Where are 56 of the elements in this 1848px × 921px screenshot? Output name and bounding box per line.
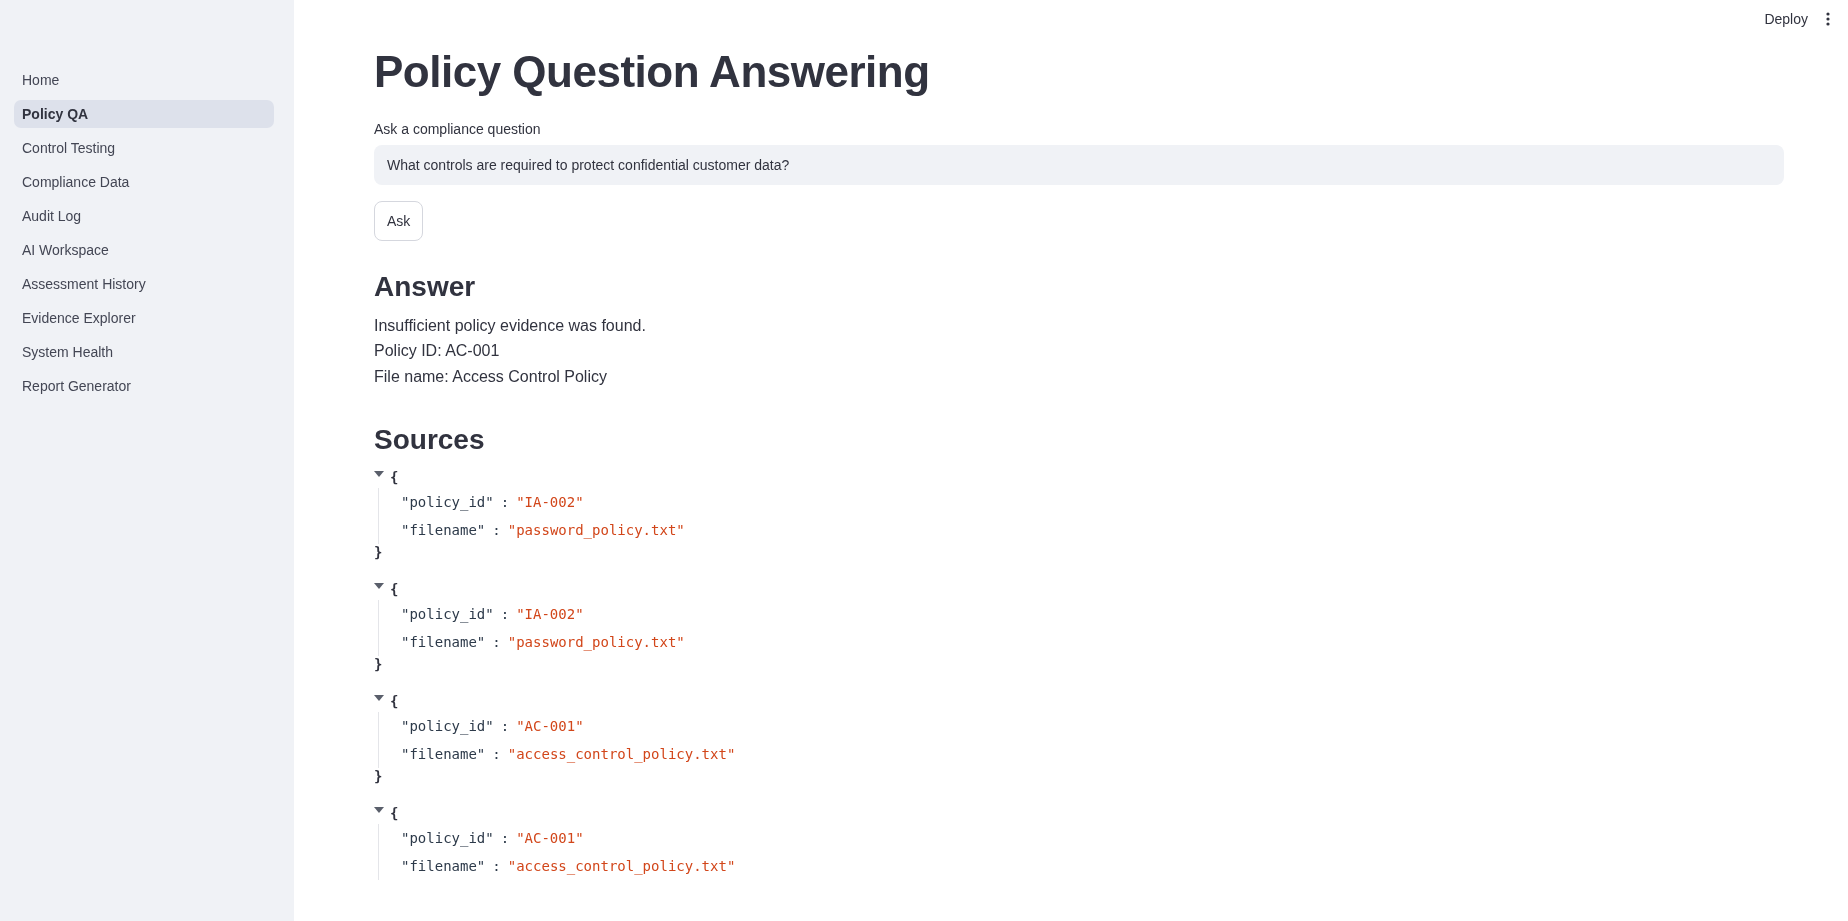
json-value: "AC-001": [516, 717, 584, 734]
deploy-button[interactable]: Deploy: [1760, 9, 1812, 29]
json-key: "filename": [401, 857, 486, 874]
json-brace: {: [390, 580, 399, 597]
sidebar-item[interactable]: Audit Log: [14, 202, 274, 230]
collapse-caret-icon[interactable]: [374, 582, 384, 589]
answer-text: Insufficient policy evidence was found.: [374, 315, 647, 336]
json-key: "filename": [401, 521, 486, 538]
json-colon: :: [492, 521, 501, 538]
collapse-caret-icon[interactable]: [374, 694, 384, 701]
json-colon: :: [492, 857, 501, 874]
json-value: "password_policy.txt": [507, 521, 685, 538]
json-value: "AC-001": [516, 829, 584, 846]
sidebar-item[interactable]: System Health: [14, 338, 274, 366]
sidebar-item[interactable]: Evidence Explorer: [14, 304, 274, 332]
json-colon: :: [492, 745, 501, 762]
page-title: Policy Question Answering: [374, 46, 931, 98]
sidebar-item[interactable]: AI Workspace: [14, 236, 274, 264]
ask-button[interactable]: Ask: [374, 200, 424, 241]
json-brace: {: [390, 692, 399, 709]
sidebar-item[interactable]: Home: [14, 66, 274, 94]
sources-heading: Sources: [374, 423, 486, 456]
json-colon: :: [500, 605, 510, 622]
json-value: "password_policy.txt": [507, 633, 685, 650]
json-value: "access_control_policy.txt": [507, 745, 736, 762]
json-colon: :: [500, 493, 510, 510]
json-brace: }: [374, 767, 383, 784]
sidebar-item[interactable]: Report Generator: [14, 372, 274, 400]
json-value: "IA-002": [516, 605, 584, 622]
json-colon: :: [492, 633, 501, 650]
json-key: "policy_id": [401, 829, 494, 846]
sidebar-item[interactable]: Compliance Data: [14, 168, 274, 196]
json-colon: :: [500, 717, 510, 734]
answer-text: File name: Access Control Policy: [374, 367, 608, 387]
answer-text: Policy ID: AC-001: [374, 341, 501, 362]
json-brace: {: [390, 804, 399, 821]
json-key: "policy_id": [401, 605, 494, 622]
answer-heading: Answer: [374, 270, 477, 303]
json-key: "filename": [401, 745, 486, 762]
json-brace: }: [374, 655, 383, 672]
collapse-caret-icon[interactable]: [374, 470, 384, 477]
json-brace: }: [374, 543, 383, 560]
json-colon: :: [500, 829, 510, 846]
question-input-field[interactable]: What controls are required to protect confidential customer data?: [374, 144, 1784, 185]
collapse-caret-icon[interactable]: [374, 806, 384, 813]
more-options-icon[interactable]: [1826, 12, 1830, 26]
json-key: "filename": [401, 633, 486, 650]
sidebar-item[interactable]: Control Testing: [14, 134, 274, 162]
json-value: "access_control_policy.txt": [507, 857, 736, 874]
json-key: "policy_id": [401, 493, 494, 510]
json-brace: {: [390, 468, 399, 485]
sidebar-item[interactable]: Policy QA: [14, 100, 274, 128]
field-label: Ask a compliance question: [374, 120, 542, 137]
sidebar-item[interactable]: Assessment History: [14, 270, 274, 298]
json-value: "IA-002": [516, 493, 584, 510]
json-key: "policy_id": [401, 717, 494, 734]
